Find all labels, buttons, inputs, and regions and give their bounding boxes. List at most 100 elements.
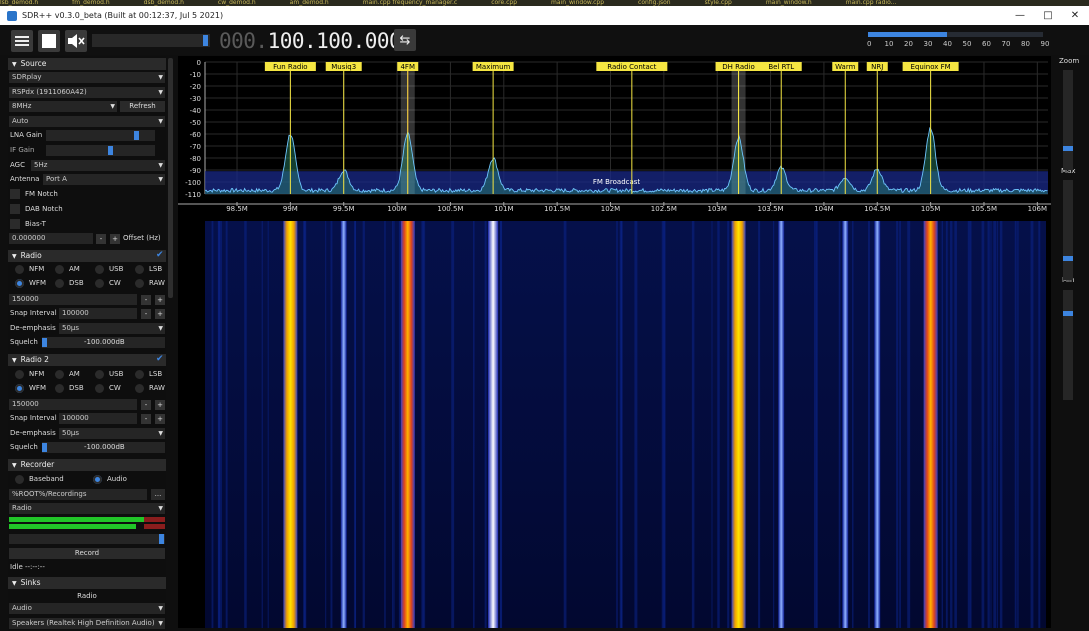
slider-grab[interactable] [1063,146,1073,151]
radio2-enabled-check-icon[interactable]: ✔ [156,354,164,364]
bandwidth2-increment-button[interactable]: + [155,400,165,410]
record-button[interactable]: Record [9,548,165,559]
bookmark-label[interactable]: 4FM [400,63,415,71]
mode-radio-cw[interactable] [95,279,104,288]
samplerate-select[interactable]: 8MHz ▼ [9,101,117,112]
slider-grab[interactable] [42,338,47,347]
bookmark-label[interactable]: NRJ [871,63,883,71]
mode-radio-nfm[interactable] [15,265,24,274]
sink-title: Radio [77,592,97,600]
antenna-select[interactable]: Port A ▼ [43,174,165,185]
bookmark-label[interactable]: Equinox FM [911,63,951,71]
mode-radio-dsb[interactable] [55,384,64,393]
sinks-header[interactable]: ▼ Sinks [8,577,166,589]
radio-header[interactable]: ▼ Radio [8,250,166,262]
slider-grab[interactable] [1063,256,1073,261]
snap-decrement-button[interactable]: - [141,309,151,319]
rf-mode-select[interactable]: Auto ▼ [9,116,165,127]
mode-radio-usb[interactable] [95,265,104,274]
source-device-select[interactable]: SDRplay ▼ [9,72,165,83]
mode-radio-cw[interactable] [95,384,104,393]
deemphasis2-select[interactable]: 50µs ▼ [59,428,165,439]
source-serial-select[interactable]: RSPdx (1911060A42) ▼ [9,87,165,98]
recorder-stream-select[interactable]: Radio ▼ [9,503,165,514]
bandwidth-decrement-button[interactable]: - [141,295,151,305]
lna-gain-slider[interactable] [46,130,155,141]
snap-interval2-input[interactable]: 100000 [59,413,137,424]
menu-button[interactable] [11,30,33,52]
recorder-volume-slider[interactable] [9,534,165,544]
bookmark-label[interactable]: Maximum [476,63,511,71]
bookmark-label[interactable]: Radio Contact [607,63,656,71]
recording-path-input[interactable]: %ROOT%/Recordings [9,489,147,500]
mute-button[interactable] [65,30,87,52]
mode-radio-raw[interactable] [135,384,144,393]
source-header[interactable]: ▼ Source [8,58,166,70]
squelch2-slider[interactable]: -100.000dB [42,442,165,453]
bias-t-checkbox[interactable] [10,219,20,229]
snap-increment-button[interactable]: + [155,309,165,319]
bookmark-label[interactable]: Warm [835,63,856,71]
refresh-button[interactable]: Refresh [120,101,165,112]
slider-grab[interactable] [108,146,114,155]
mode-radio-usb[interactable] [95,370,104,379]
maximize-button[interactable]: □ [1034,6,1062,25]
spectrum-view[interactable]: 0 -10 -20 -30 -40 -50 -60 -70 -80 -90 -100 -110 98.5… [178,56,1051,628]
bandwidth2-decrement-button[interactable]: - [141,400,151,410]
close-button[interactable]: ✕ [1061,6,1089,25]
sink-device-select[interactable]: Speakers (Realtek High Definition Audio)… [9,618,165,629]
mode-radio-wfm[interactable] [15,384,24,393]
snap2-decrement-button[interactable]: - [141,414,151,424]
mode-radio-lsb[interactable] [135,370,144,379]
mode-radio-dsb[interactable] [55,279,64,288]
audio-radio[interactable] [93,475,102,484]
mode-radio-nfm[interactable] [15,370,24,379]
radio2-bandwidth-input[interactable]: 150000 [9,399,137,410]
radio-enabled-check-icon[interactable]: ✔ [156,250,164,260]
bandwidth-increment-button[interactable]: + [155,295,165,305]
frequency-display[interactable]: 000.100.100.000 [219,29,402,53]
frequency-leading-digits[interactable]: 000. [219,29,268,53]
stop-button[interactable] [38,30,60,52]
baseband-radio[interactable] [15,475,24,484]
bookmark-label[interactable]: Bel RTL [768,63,794,71]
bookmark-label[interactable]: Musiq3 [331,63,356,71]
bookmark-label[interactable]: Fun Radio [273,63,307,71]
mode-radio-wfm[interactable] [15,279,24,288]
offset-increment-button[interactable]: + [110,234,120,244]
volume-slider[interactable] [92,34,210,47]
squelch-slider[interactable]: -100.000dB [42,337,165,348]
browse-button[interactable]: ... [151,489,165,500]
sink-type-select[interactable]: Audio ▼ [9,603,165,614]
bookmark-label[interactable]: DH Radio [722,63,755,71]
mode-radio-lsb[interactable] [135,265,144,274]
minimize-button[interactable]: — [1006,6,1034,25]
deemphasis-select[interactable]: 50µs ▼ [59,323,165,334]
slider-grab[interactable] [159,534,164,544]
slider-grab[interactable] [42,443,47,452]
offset-input[interactable]: 0.000000 [9,233,93,244]
radio-bandwidth-input[interactable]: 150000 [9,294,137,305]
agc-select[interactable]: 5Hz ▼ [31,160,165,171]
mode-radio-raw[interactable] [135,279,144,288]
mode-radio-am[interactable] [55,265,64,274]
zoom-slider[interactable] [1063,70,1073,170]
slider-grab[interactable] [134,131,140,140]
spectrum-waterfall-area[interactable]: 0 -10 -20 -30 -40 -50 -60 -70 -80 -90 -100 -110 98.5… [178,56,1051,628]
dab-notch-checkbox[interactable] [10,204,20,214]
fm-notch-checkbox[interactable] [10,189,20,199]
offset-decrement-button[interactable]: - [96,234,106,244]
radio2-header[interactable]: ▼ Radio 2 [8,354,166,366]
volume-grab[interactable] [203,35,208,46]
tuning-mode-button[interactable]: ⇆ [394,29,416,51]
frequency-digits[interactable]: 100.100.000 [268,29,402,53]
min-slider[interactable] [1063,290,1073,400]
sidebar-scrollbar[interactable] [168,58,173,298]
mode-radio-am[interactable] [55,370,64,379]
recorder-header[interactable]: ▼ Recorder [8,459,166,471]
snap2-increment-button[interactable]: + [155,414,165,424]
slider-grab[interactable] [1063,311,1073,316]
snap-interval-input[interactable]: 100000 [59,308,137,319]
if-gain-slider[interactable] [46,145,155,156]
max-slider[interactable] [1063,180,1073,280]
